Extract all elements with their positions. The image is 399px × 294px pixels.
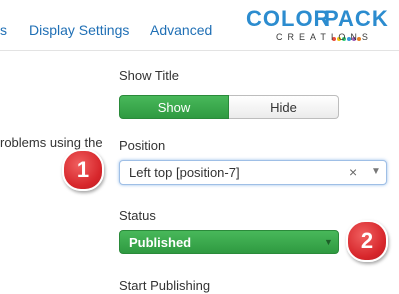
tab-partial[interactable]: s — [0, 22, 7, 38]
logo-word-color: COLOR — [246, 6, 331, 31]
chevron-down-icon[interactable]: ▼ — [324, 237, 333, 247]
status-value: Published — [129, 235, 192, 250]
position-select[interactable]: Left top [position-7] × ▼ — [119, 160, 387, 185]
show-title-label: Show Title — [119, 68, 179, 83]
callout-badge-1: 1 — [62, 149, 104, 191]
status-select[interactable]: Published ▼ — [119, 230, 339, 254]
tab-advanced[interactable]: Advanced — [150, 22, 212, 38]
position-label: Position — [119, 138, 166, 153]
tabs-divider — [0, 50, 399, 51]
show-title-toggle: Show Hide — [119, 95, 339, 119]
logo-subtitle: CREATIONS — [276, 32, 373, 42]
side-description-text: roblems using the — [0, 135, 103, 150]
chevron-down-icon[interactable]: ▼ — [371, 166, 381, 177]
hide-button[interactable]: Hide — [229, 95, 339, 119]
clear-icon[interactable]: × — [349, 164, 357, 180]
colorpack-logo: COLOR PACK CREATIONS — [246, 6, 388, 46]
position-value: Left top [position-7] — [129, 165, 240, 180]
start-publishing-label: Start Publishing — [119, 278, 211, 293]
tab-display-settings[interactable]: Display Settings — [29, 22, 129, 38]
callout-badge-2: 2 — [346, 220, 388, 262]
status-label: Status — [119, 208, 156, 223]
show-button[interactable]: Show — [119, 95, 229, 119]
